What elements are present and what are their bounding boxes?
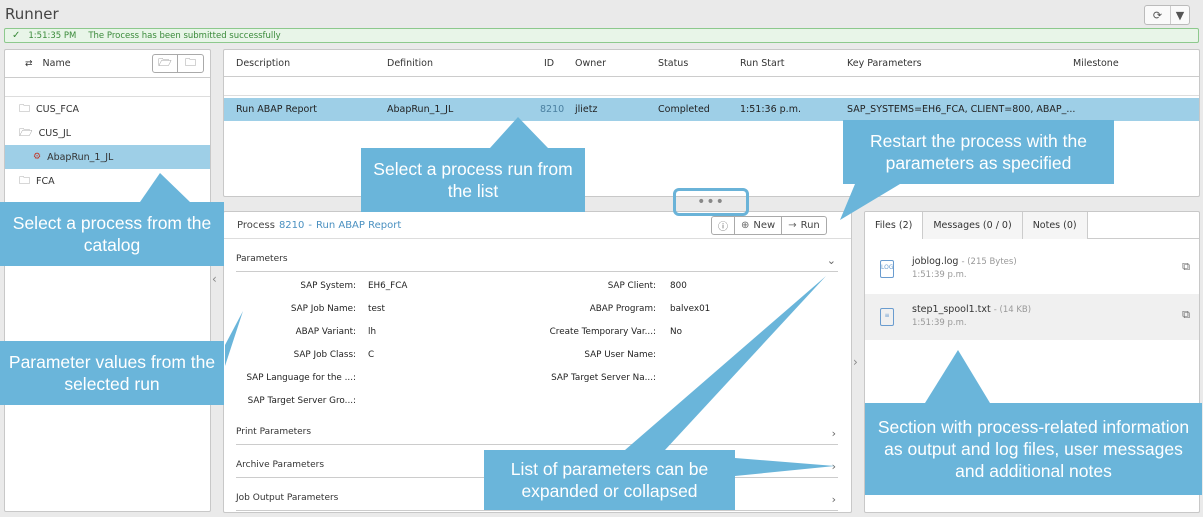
pointer-restart <box>840 184 900 220</box>
callout-restart: Restart the process with the parameters … <box>843 120 1114 184</box>
pointer-param-values <box>225 311 243 366</box>
callout-side-info: Section with process-related information… <box>865 403 1202 495</box>
callout-param-values: Parameter values from the selected run <box>0 341 224 405</box>
pointer-run-list <box>490 117 548 148</box>
pointer-side-info <box>925 350 990 403</box>
pointer-catalog <box>140 173 190 202</box>
pointer-expand-right <box>735 458 835 476</box>
callout-run-list: Select a process run from the list <box>361 148 585 212</box>
callout-catalog: Select a process from the catalog <box>0 202 224 266</box>
pointer-expand-up <box>625 276 826 450</box>
callout-expand: List of parameters can be expanded or co… <box>484 450 735 510</box>
